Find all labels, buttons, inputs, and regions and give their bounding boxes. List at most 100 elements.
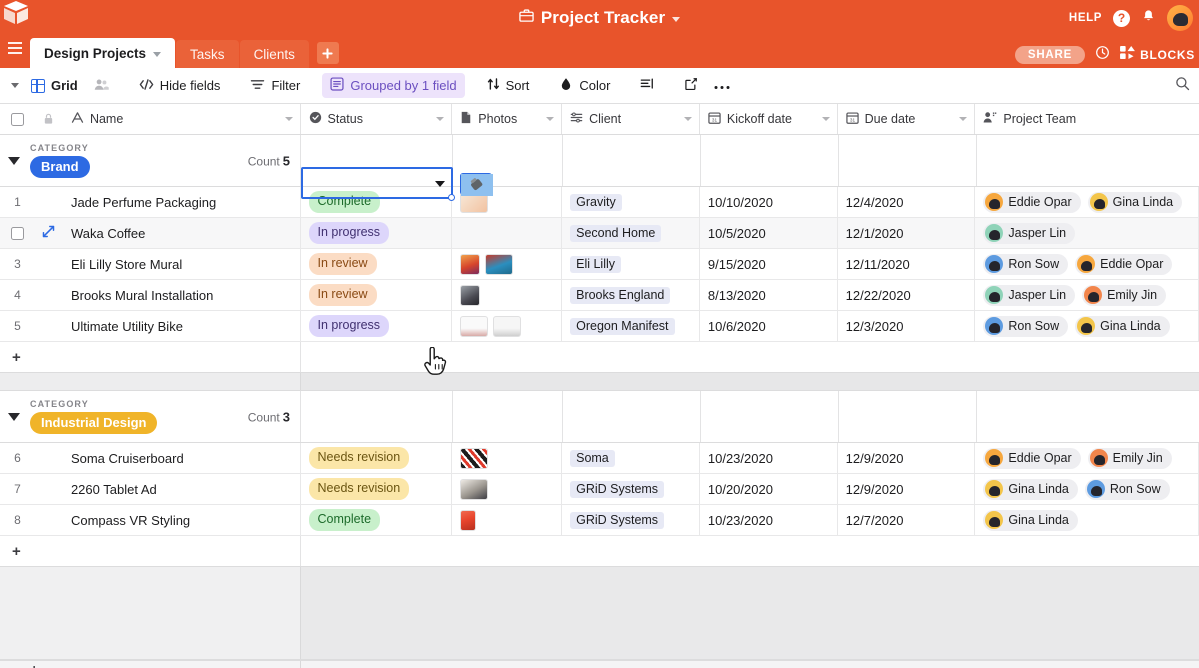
cell-kickoff-date[interactable]: 10/23/2020 [700,505,838,535]
add-record-button[interactable]: + [0,536,301,566]
column-header-kickoff-date[interactable]: 31 Kickoff date [700,104,838,134]
history-clock-icon[interactable] [1095,45,1110,64]
row-number-cell[interactable]: 8 [0,505,35,535]
table-row[interactable]: Waka Coffee In progress Second Home 10/5… [0,218,1199,249]
cell-client[interactable]: Eli Lilly [562,249,700,279]
row-expand-slot[interactable] [35,249,63,279]
app-title-group[interactable]: Project Tracker [0,0,1199,36]
color-button[interactable]: Color [551,73,618,98]
cell-due-date[interactable]: 12/4/2020 [838,187,976,217]
row-expand-slot[interactable] [35,280,63,310]
group-header-left[interactable]: CATEGORY Brand Count 5 [0,135,301,186]
chevron-down-icon[interactable] [284,117,293,121]
table-row[interactable]: 1 Jade Perfume Packaging Complete Gravit… [0,187,1199,218]
mural-thumbnail-1[interactable] [460,253,481,275]
cell-photos[interactable] [452,280,563,310]
add-record-row[interactable]: + [0,536,1199,567]
cell-status[interactable]: In review [301,249,453,279]
row-number-cell[interactable]: 7 [0,474,35,504]
cell-status[interactable]: Complete [301,187,453,217]
expand-record-button[interactable] [35,218,63,248]
table-row[interactable]: 5 Ultimate Utility Bike In progress Oreg… [0,311,1199,342]
row-number-cell[interactable]: 5 [0,311,35,341]
cell-due-date[interactable]: 12/22/2020 [838,280,976,310]
bike-thumbnail-1[interactable] [460,315,489,337]
column-header-due-date[interactable]: 31 Due date [838,104,976,134]
add-record-row[interactable]: + [0,342,1199,373]
share-view-button[interactable] [676,73,706,98]
more-options-button[interactable] [706,74,738,97]
tab-design-projects[interactable]: Design Projects [30,38,176,68]
cell-project-team[interactable]: Jasper Lin Emily Jin [975,280,1199,310]
group-button[interactable]: Grouped by 1 field [322,73,465,98]
tablet-ad-thumbnail[interactable] [460,478,489,500]
cell-due-date[interactable]: 12/11/2020 [838,249,976,279]
triangle-down-icon[interactable] [8,412,20,421]
cell-name[interactable]: Brooks Mural Installation [63,280,301,310]
cell-kickoff-date[interactable]: 10/5/2020 [700,218,838,248]
chevron-down-icon[interactable] [672,17,681,22]
cell-status[interactable]: Needs revision [301,443,453,473]
mural-thumbnail-2[interactable] [485,253,514,275]
row-number-cell[interactable]: 3 [0,249,35,279]
row-expand-slot[interactable] [35,443,63,473]
hide-fields-button[interactable]: Hide fields [131,74,229,98]
cell-name[interactable]: Waka Coffee [63,218,301,248]
cell-name[interactable]: Ultimate Utility Bike [63,311,301,341]
row-height-button[interactable] [632,73,662,98]
sort-button[interactable]: Sort [479,73,538,98]
group-header-brand[interactable]: CATEGORY Brand Count 5 [0,135,1199,187]
row-checkbox[interactable] [0,218,35,248]
chevron-down-icon[interactable] [959,117,968,121]
chevron-down-icon[interactable] [683,117,692,121]
row-expand-slot[interactable] [35,311,63,341]
table-row[interactable]: 6 Soma Cruiserboard Needs revision Soma … [0,443,1199,474]
table-row[interactable]: 8 Compass VR Styling Complete GRiD Syste… [0,505,1199,536]
row-number-cell[interactable]: 4 [0,280,35,310]
tab-clients[interactable]: Clients [239,40,309,68]
add-table-button[interactable] [316,42,339,64]
filter-button[interactable]: Filter [242,74,308,98]
select-all-checkbox[interactable] [0,104,35,134]
cell-client[interactable]: GRiD Systems [562,505,700,535]
group-header-left[interactable]: CATEGORY Industrial Design Count 3 [0,391,301,442]
table-row[interactable]: 7 2260 Tablet Ad Needs revision GRiD Sys… [0,474,1199,505]
cell-project-team[interactable]: Ron Sow Gina Linda [975,311,1199,341]
cell-kickoff-date[interactable]: 10/10/2020 [700,187,838,217]
cell-kickoff-date[interactable]: 10/6/2020 [700,311,838,341]
cell-client[interactable]: Gravity [562,187,700,217]
column-header-photos[interactable]: Photos [452,104,563,134]
cell-due-date[interactable]: 12/9/2020 [838,443,976,473]
chevron-down-icon[interactable] [546,117,555,121]
cell-status[interactable]: Needs revision [301,474,453,504]
hamburger-menu-icon[interactable] [0,36,30,68]
coffee-thumbnail[interactable] [460,173,493,196]
row-number-cell[interactable]: 6 [0,443,35,473]
view-grid-button[interactable]: Grid [27,74,86,97]
cell-client[interactable]: Oregon Manifest [562,311,700,341]
search-icon[interactable] [1175,76,1190,96]
cell-client[interactable]: Soma [562,443,700,473]
cell-kickoff-date[interactable]: 8/13/2020 [700,280,838,310]
cell-project-team[interactable]: Ron Sow Eddie Opar [975,249,1199,279]
row-expand-slot[interactable] [35,187,63,217]
triangle-down-icon[interactable] [8,156,20,165]
cell-name[interactable]: Compass VR Styling [63,505,301,535]
cell-project-team[interactable]: Gina Linda Ron Sow [975,474,1199,504]
column-header-status[interactable]: Status [301,104,453,134]
cell-due-date[interactable]: 12/7/2020 [838,505,976,535]
cell-photos[interactable] [452,311,563,341]
row-number-cell[interactable]: 1 [0,187,35,217]
column-header-client[interactable]: Client [562,104,700,134]
collaborators-button[interactable] [86,74,117,98]
vr-thumbnail[interactable] [460,509,477,531]
table-row[interactable]: 4 Brooks Mural Installation In review Br… [0,280,1199,311]
cell-status[interactable]: In review [301,280,453,310]
cell-name[interactable]: 2260 Tablet Ad [63,474,301,504]
help-label[interactable]: HELP [1069,12,1102,24]
cell-status[interactable]: In progress [301,311,453,341]
cell-kickoff-date[interactable]: 9/15/2020 [700,249,838,279]
cell-due-date[interactable]: 12/9/2020 [838,474,976,504]
cell-project-team[interactable]: Eddie Opar Gina Linda [975,187,1199,217]
cell-photos[interactable] [452,218,563,248]
